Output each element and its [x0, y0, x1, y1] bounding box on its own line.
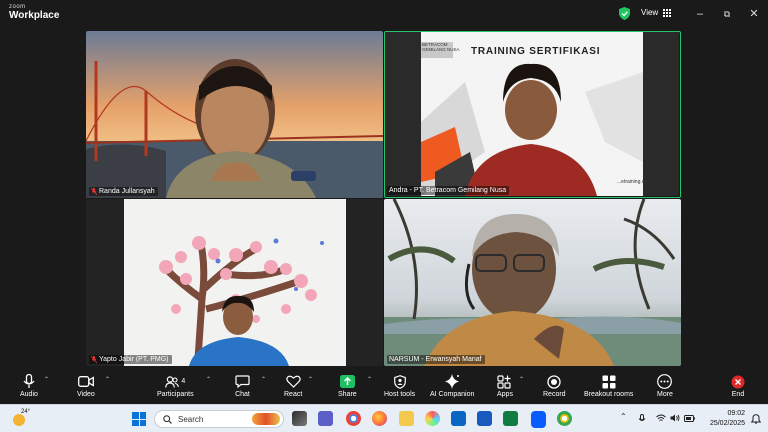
chrome-profile-icon[interactable] — [557, 411, 572, 426]
apps-button[interactable]: Apps — [497, 373, 513, 398]
react-button[interactable]: React — [284, 373, 302, 398]
share-screen-icon — [339, 375, 355, 388]
system-clock[interactable]: 09:02 25/02/2025 — [703, 409, 745, 429]
participants-icon — [165, 375, 180, 388]
participant-name: NARSUM - Erwansyah Manaf — [389, 356, 482, 363]
chrome-icon[interactable] — [346, 411, 361, 426]
video-options-caret-icon[interactable]: ⌃ — [105, 376, 110, 383]
participant-name: Andra - PT. Betracom Gemilang Nusa — [389, 187, 507, 194]
video-feed-narsum — [384, 199, 681, 366]
record-icon — [547, 374, 561, 389]
volume-icon[interactable] — [670, 414, 680, 422]
participant-name-tag: NARSUM - Erwansyah Manaf — [387, 355, 485, 364]
chat-bubble-icon — [235, 375, 250, 388]
react-options-caret-icon[interactable]: ⌃ — [308, 376, 313, 383]
video-tile-randa[interactable]: Randa Jullansyah — [86, 31, 383, 198]
encryption-shield-icon[interactable] — [619, 7, 630, 20]
wifi-icon[interactable] — [656, 414, 666, 422]
participant-name-tag: Randa Jullansyah — [89, 187, 158, 196]
firefox-icon[interactable] — [372, 411, 387, 426]
microphone-icon — [23, 374, 35, 388]
clock-time: 09:02 — [727, 410, 745, 417]
close-icon[interactable]: ✕ — [747, 7, 761, 21]
host-shield-icon — [393, 374, 406, 389]
participant-name: Yapto Jabir (PT. PMG) — [99, 356, 169, 363]
video-feed-yapto — [86, 199, 383, 366]
end-x-icon — [731, 375, 745, 388]
search-placeholder: Search — [178, 414, 204, 424]
audio-button[interactable]: Audio — [20, 373, 38, 398]
participants-count: 4 — [181, 378, 186, 385]
teams-icon[interactable] — [318, 411, 333, 426]
mic-muted-icon — [91, 356, 97, 363]
share-button[interactable]: Share — [338, 373, 357, 398]
video-button[interactable]: Video — [77, 373, 95, 398]
video-tile-yapto[interactable]: Yapto Jabir (PT. PMG) — [86, 199, 383, 366]
tray-overflow-icon[interactable]: ⌃ — [620, 412, 627, 421]
sun-icon — [13, 414, 25, 426]
video-gallery: Randa Jullansyah BETRACOM GEMILANG NUSA … — [0, 28, 768, 370]
ai-companion-button[interactable]: AI Companion — [430, 373, 474, 398]
slide-title: TRAINING SERTIFIKASI — [471, 46, 601, 57]
more-dots-icon — [657, 374, 673, 389]
windows-start-icon[interactable] — [132, 412, 146, 426]
task-view-icon[interactable] — [292, 411, 307, 426]
participant-name-tag: Andra - PT. Betracom Gemilang Nusa — [387, 186, 510, 195]
more-button[interactable]: More — [657, 373, 673, 398]
video-tile-andra[interactable]: BETRACOM GEMILANG NUSA TRAINING SERTIFIK… — [384, 31, 681, 198]
restore-icon[interactable]: ⧉ — [720, 7, 734, 21]
participants-options-caret-icon[interactable]: ⌃ — [206, 376, 211, 383]
record-button[interactable]: Record — [543, 373, 566, 398]
search-icon — [163, 414, 172, 424]
slide-footer: ...etraining.com — [617, 179, 652, 185]
audio-options-caret-icon[interactable]: ⌃ — [44, 376, 49, 383]
zoom-logo: zoom Workplace — [9, 4, 59, 21]
weather-temperature: 24° — [21, 409, 31, 415]
taskbar-search[interactable]: Search — [154, 410, 284, 428]
host-tools-button[interactable]: Host tools — [384, 373, 415, 398]
mic-muted-icon — [91, 188, 97, 195]
chat-options-caret-icon[interactable]: ⌃ — [261, 376, 266, 383]
view-label: View — [641, 8, 659, 17]
weather-widget[interactable]: 24° — [10, 408, 32, 430]
heart-icon — [285, 375, 301, 388]
photos-icon[interactable] — [425, 411, 440, 426]
breakout-rooms-icon — [602, 375, 616, 388]
minimize-icon[interactable]: – — [693, 7, 707, 21]
view-button[interactable]: View — [641, 8, 672, 17]
sparkle-icon — [445, 374, 460, 389]
slide-logo: BETRACOM GEMILANG NUSA — [422, 42, 460, 52]
file-explorer-icon[interactable] — [399, 411, 414, 426]
video-tile-narsum[interactable]: NARSUM - Erwansyah Manaf — [384, 199, 681, 366]
word-icon[interactable] — [477, 411, 492, 426]
title-bar: zoom Workplace View – ⧉ ✕ — [0, 0, 768, 28]
zoom-app-icon[interactable] — [531, 411, 546, 426]
excel-icon[interactable] — [503, 411, 518, 426]
breakout-rooms-button[interactable]: Breakout rooms — [584, 373, 633, 398]
meeting-toolbar: Audio ⌃ Video ⌃ 4 Participants ⌃ Chat ⌃ … — [0, 370, 768, 404]
search-highlight-icon — [252, 413, 280, 425]
apps-options-caret-icon[interactable]: ⌃ — [519, 376, 524, 383]
video-feed-randa — [86, 31, 383, 198]
grid-view-icon — [663, 8, 672, 17]
participants-button[interactable]: 4 Participants — [157, 373, 194, 398]
tray-mic-icon[interactable] — [638, 414, 646, 424]
windows-taskbar: 24° Search ⌃ 09:02 25/02/2025 — [0, 404, 768, 432]
share-options-caret-icon[interactable]: ⌃ — [367, 376, 372, 383]
battery-icon[interactable] — [684, 415, 695, 422]
participant-name: Randa Jullansyah — [99, 188, 155, 195]
chat-button[interactable]: Chat — [235, 373, 250, 398]
apps-icon — [497, 374, 512, 389]
end-meeting-button[interactable]: End — [731, 373, 745, 398]
notification-bell-icon[interactable] — [751, 414, 761, 424]
video-camera-icon — [77, 376, 94, 387]
brand-large: Workplace — [9, 10, 60, 21]
participant-name-tag: Yapto Jabir (PT. PMG) — [89, 355, 172, 364]
outlook-icon[interactable] — [451, 411, 466, 426]
clock-date: 25/02/2025 — [709, 420, 745, 427]
